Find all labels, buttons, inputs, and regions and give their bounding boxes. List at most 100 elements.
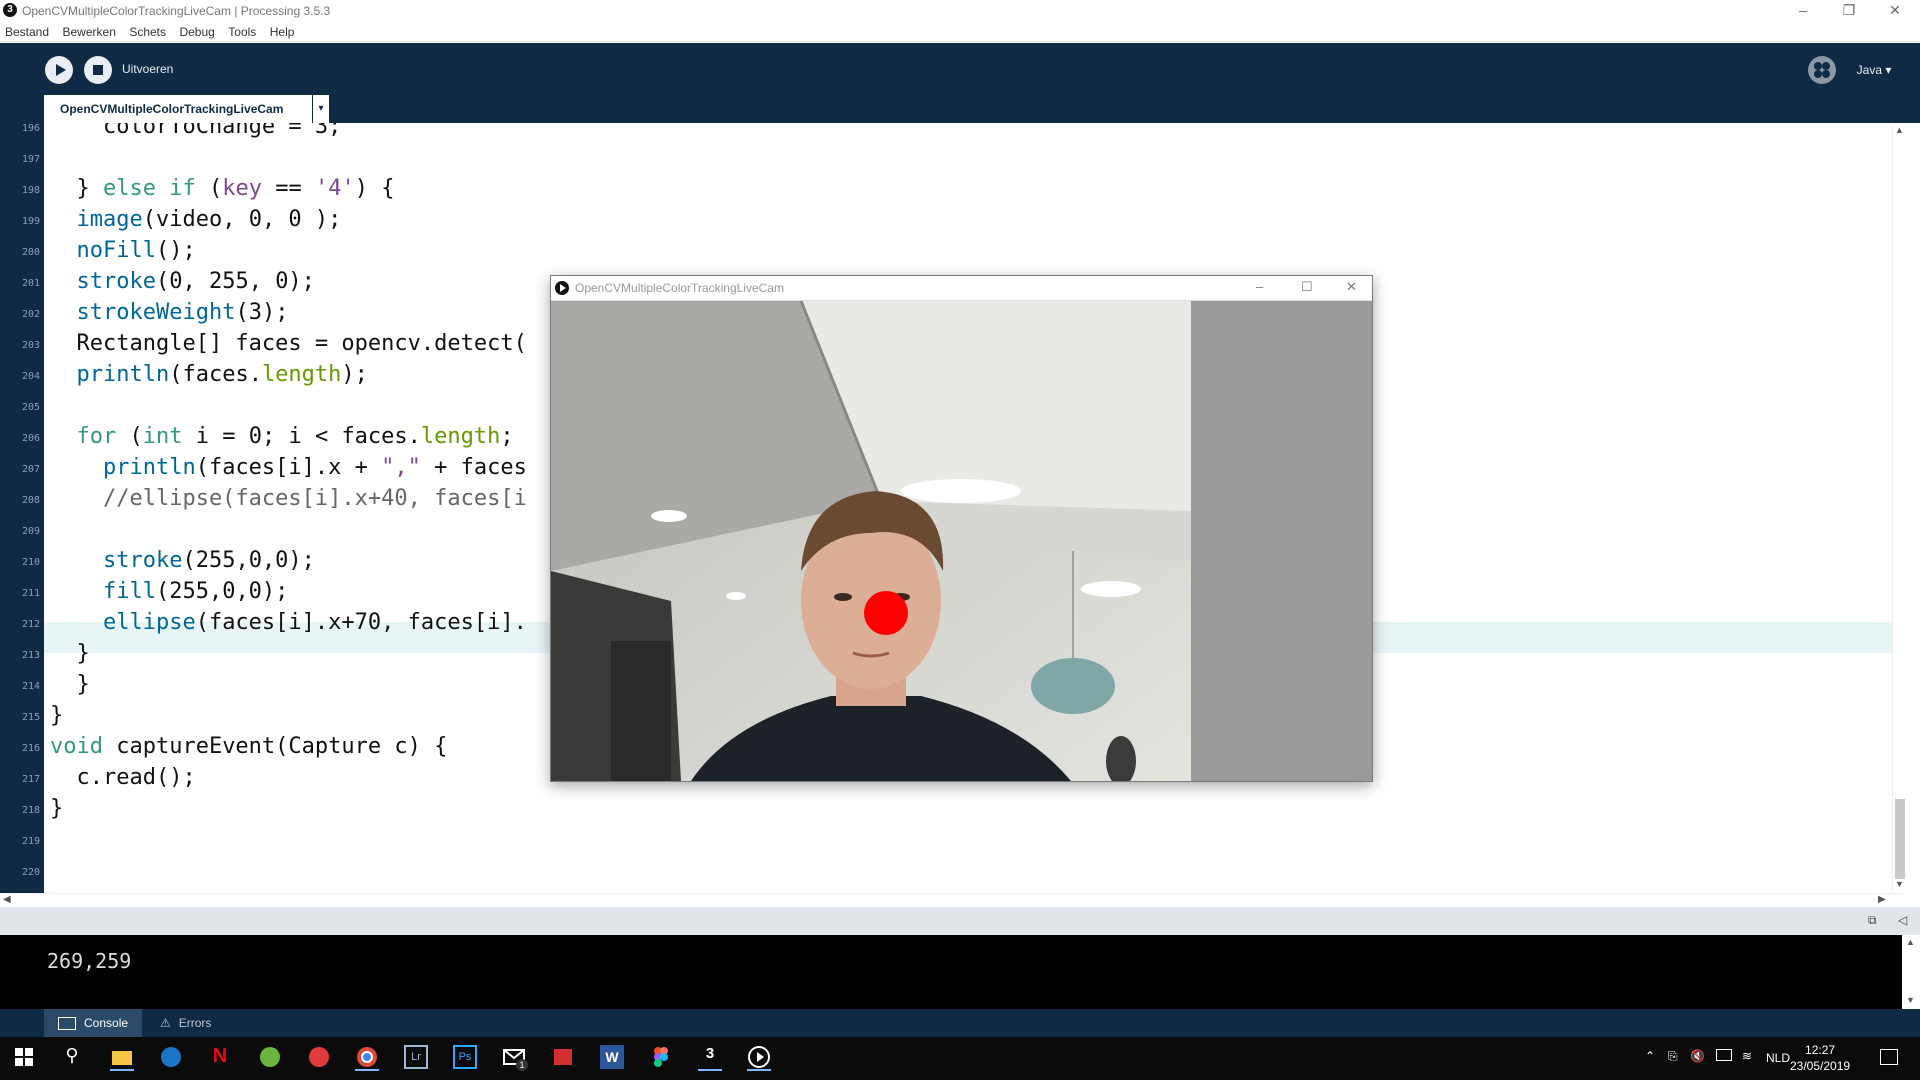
toolbar: Uitvoeren Java ▾ OpenCVMultipleColorTrac… [0, 43, 1920, 123]
figma-icon[interactable] [649, 1045, 673, 1069]
collapse-console-icon[interactable]: ◁ [1898, 913, 1907, 927]
run-button[interactable] [45, 56, 73, 84]
minimize-button[interactable]: – [1780, 0, 1826, 22]
clock-date: 23/05/2019 [1790, 1059, 1851, 1073]
scroll-thumb[interactable] [1895, 799, 1905, 879]
copy-console-icon[interactable]: ⧉ [1868, 913, 1882, 927]
code-line: stroke(0, 255, 0); [76, 269, 315, 294]
sketch-minimize-button[interactable]: – [1256, 279, 1263, 294]
netflix-icon[interactable]: N [208, 1045, 232, 1069]
code-line: } [50, 796, 64, 821]
start-button[interactable] [12, 1045, 36, 1069]
search-icon[interactable]: ⚲ [60, 1045, 84, 1069]
debug-toggle-button[interactable] [1808, 56, 1836, 84]
stop-button[interactable] [84, 56, 112, 84]
tab-errors-label: Errors [178, 1016, 212, 1030]
scroll-right-icon[interactable]: ▶ [1878, 894, 1886, 905]
code-line: stroke(255,0,0); [102, 548, 315, 573]
scroll-left-icon[interactable]: ◀ [3, 894, 11, 905]
flashcard-app-icon[interactable] [551, 1045, 575, 1069]
line-number: 200 [21, 247, 40, 258]
run-status-label: Uitvoeren [122, 62, 174, 76]
menu-schets[interactable]: Schets [129, 25, 166, 39]
line-number: 199 [21, 216, 40, 227]
wifi-icon[interactable]: ≋ [1742, 1049, 1752, 1063]
tab-console[interactable]: Console [44, 1009, 142, 1037]
photoshop-icon[interactable]: Ps [453, 1045, 477, 1069]
scroll-down-icon[interactable]: ▼ [1895, 879, 1904, 889]
menu-debug[interactable]: Debug [179, 25, 214, 39]
language-indicator[interactable]: NLD [1766, 1051, 1790, 1065]
steam-icon[interactable] [159, 1045, 183, 1069]
editor-vertical-scrollbar[interactable]: ▲ ▼ [1892, 123, 1907, 893]
menu-help[interactable]: Help [270, 25, 295, 39]
sketch-window[interactable]: OpenCVMultipleColorTrackingLiveCam – ☐ ✕ [550, 275, 1373, 782]
line-number: 206 [21, 433, 40, 444]
line-number: 203 [21, 340, 40, 351]
console-scroll-up-icon[interactable]: ▲ [1906, 937, 1915, 947]
tab-errors[interactable]: ⚠ Errors [158, 1009, 248, 1037]
word-icon[interactable]: W [600, 1045, 624, 1069]
line-number: 216 [21, 743, 40, 754]
tab-sketch[interactable]: OpenCVMultipleColorTrackingLiveCam [44, 95, 312, 123]
menu-tools[interactable]: Tools [228, 25, 256, 39]
butterfly-debug-icon [1814, 62, 1830, 78]
code-line: noFill(); [76, 238, 196, 263]
close-button[interactable]: ✕ [1872, 0, 1918, 22]
menu-bewerken[interactable]: Bewerken [63, 25, 116, 39]
windows-taskbar: ⚲ N Lr Ps 1 W 3 ⌃ ⎘ 🔇 ≋ NLD 12:27 23/05/… [0, 1037, 1920, 1080]
code-line: c.read(); [50, 765, 196, 790]
notification-center-icon[interactable] [1880, 1049, 1898, 1065]
line-number: 213 [21, 650, 40, 661]
line-number: 218 [21, 805, 40, 816]
mail-icon[interactable]: 1 [502, 1045, 528, 1071]
sketch-title: OpenCVMultipleColorTrackingLiveCam [575, 281, 784, 295]
console-scroll-down-icon[interactable]: ▼ [1906, 995, 1915, 1005]
line-number: 212 [21, 619, 40, 630]
menu-bar: Bestand Bewerken Schets Debug Tools Help [0, 22, 1920, 42]
code-line: image(video, 0, 0 ); [76, 207, 342, 232]
sketch-titlebar[interactable]: OpenCVMultipleColorTrackingLiveCam – ☐ ✕ [551, 276, 1372, 301]
sketch-taskbar-icon[interactable] [747, 1045, 771, 1071]
processing-taskbar-icon[interactable]: 3 [698, 1045, 722, 1071]
line-number: 207 [21, 464, 40, 475]
warning-icon: ⚠ [160, 1016, 171, 1030]
code-line: } else if (key == '4') { [50, 176, 395, 201]
chrome-icon[interactable] [355, 1045, 379, 1071]
system-clock[interactable]: 12:27 23/05/2019 [1790, 1042, 1850, 1074]
lightroom-icon[interactable]: Lr [404, 1045, 428, 1069]
volume-muted-icon[interactable]: 🔇 [1690, 1049, 1705, 1063]
editor-horizontal-scrollbar[interactable]: ◀ ▶ [0, 893, 1906, 908]
scroll-up-icon[interactable]: ▲ [1895, 125, 1904, 135]
code-line: } [50, 641, 90, 666]
line-number: 210 [21, 557, 40, 568]
sketch-maximize-button[interactable]: ☐ [1301, 279, 1313, 295]
code-line: void captureEvent(Capture c) { [50, 734, 448, 759]
stop-icon [93, 65, 103, 75]
code-line: println(faces[i].x + "," + faces [102, 455, 527, 480]
console-divider[interactable]: ⧉ ◁ [0, 907, 1920, 935]
windows-logo-icon [15, 1048, 33, 1066]
vivaldi-icon[interactable] [307, 1045, 331, 1069]
menu-bestand[interactable]: Bestand [5, 25, 49, 39]
code-line: } [50, 703, 64, 728]
sketch-close-button[interactable]: ✕ [1346, 279, 1357, 295]
mail-badge: 1 [516, 1059, 528, 1071]
utorrent-icon[interactable] [258, 1045, 282, 1069]
play-icon [56, 64, 66, 76]
webcam-image [551, 301, 1191, 781]
mode-selector[interactable]: Java ▾ [1848, 59, 1900, 81]
code-line: fill(255,0,0); [102, 579, 289, 604]
line-number: 204 [21, 371, 40, 382]
battery-icon[interactable] [1716, 1049, 1732, 1061]
line-number: 211 [21, 588, 40, 599]
clock-time: 12:27 [1805, 1043, 1836, 1057]
console-scrollbar[interactable]: ▲ ▼ [1902, 935, 1920, 1009]
restore-button[interactable]: ❐ [1826, 0, 1872, 22]
tray-expand-icon[interactable]: ⌃ [1645, 1049, 1655, 1063]
console-tabs-bar: Console ⚠ Errors [0, 1009, 1920, 1037]
tab-menu-arrow[interactable]: ▾ [313, 95, 329, 123]
code-line: println(faces.length); [76, 362, 368, 387]
file-explorer-icon[interactable] [110, 1045, 134, 1071]
tray-network-icon[interactable]: ⎘ [1668, 1049, 1678, 1064]
